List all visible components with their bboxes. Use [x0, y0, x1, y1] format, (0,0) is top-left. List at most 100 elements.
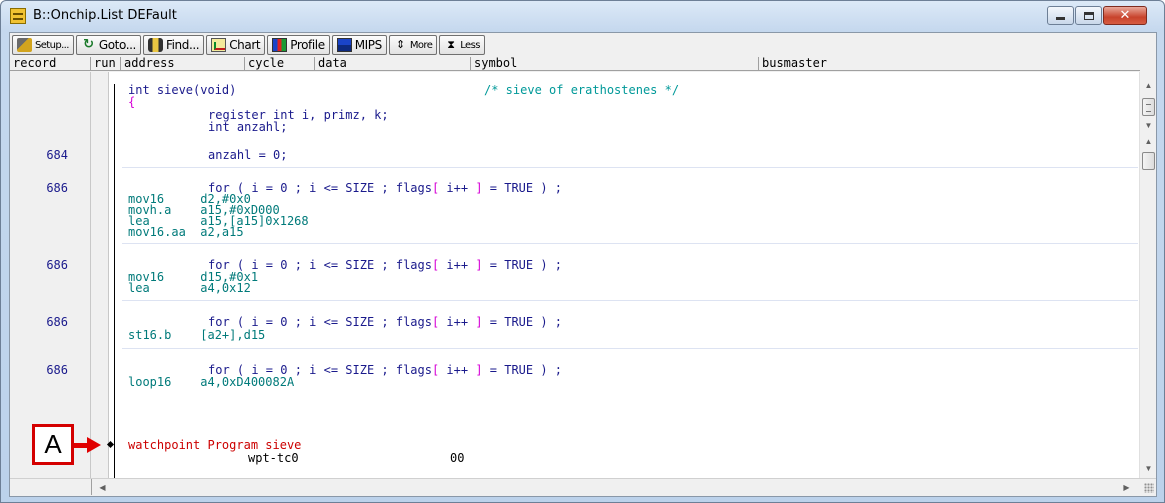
- run-column: [90, 72, 109, 478]
- horizontal-scroll-divider: [91, 479, 92, 495]
- more-icon: ⇕: [396, 38, 405, 51]
- for-index: i++: [439, 363, 476, 377]
- close-icon: ✕: [1119, 8, 1131, 23]
- scroll-up-arrow-icon[interactable]: ▲: [1143, 136, 1154, 147]
- column-header-cycle[interactable]: cycle: [244, 57, 314, 71]
- list-client-area: Setup... ↻ Goto... Find... Chart Profile…: [9, 32, 1157, 497]
- asm-line: st16.b [a2+],d15: [128, 328, 266, 342]
- find-label: Find...: [165, 38, 200, 52]
- close-button[interactable]: ✕: [1103, 6, 1147, 25]
- for-prefix: for ( i = 0 ; i <= SIZE ; flags: [208, 315, 432, 329]
- source-assign: anzahl = 0;: [208, 148, 288, 162]
- source-comment: /* sieve of erathostenes */: [484, 83, 680, 97]
- find-icon: [147, 38, 163, 52]
- resize-grip-icon[interactable]: [1144, 483, 1154, 493]
- goto-button[interactable]: ↻ Goto...: [75, 35, 141, 55]
- for-bracket-close: ]: [475, 315, 483, 329]
- mips-button[interactable]: MIPS: [331, 35, 387, 55]
- row-separator: [122, 167, 1138, 168]
- maximize-button[interactable]: [1075, 6, 1102, 25]
- watchpoint-label: watchpoint Program sieve: [128, 438, 302, 452]
- scroll-thumb-lower[interactable]: [1142, 152, 1155, 170]
- scroll-up-arrow-icon[interactable]: ▲: [1143, 80, 1154, 91]
- window-title: B::Onchip.List DEFault: [33, 8, 177, 23]
- for-bracket-close: ]: [475, 363, 483, 377]
- less-label: Less: [460, 39, 480, 51]
- chart-label: Chart: [229, 38, 261, 52]
- profile-icon: [272, 38, 288, 52]
- for-bracket-close: ]: [475, 181, 483, 195]
- record-number: 686: [46, 258, 68, 272]
- record-number: 686: [46, 363, 68, 377]
- source-for-loop: for ( i = 0 ; i <= SIZE ; flags[ i++ ] =…: [208, 181, 562, 195]
- record-number: 684: [46, 148, 68, 162]
- watchpoint-cycle: wpt-tc0: [248, 451, 299, 465]
- for-suffix: = TRUE ) ;: [482, 315, 563, 329]
- source-open-brace: {: [128, 95, 136, 109]
- record-number: 686: [46, 315, 68, 329]
- record-column: [10, 72, 90, 478]
- more-button[interactable]: ⇕ More: [388, 35, 438, 55]
- horizontal-scrollbar[interactable]: ◀ ▶: [10, 478, 1156, 495]
- trace32-window-icon: [10, 8, 26, 24]
- vertical-scrollbar[interactable]: ▲ ▼ ▲ ▼: [1139, 72, 1156, 478]
- maximize-icon: [1083, 11, 1094, 20]
- minimize-button[interactable]: [1047, 6, 1074, 25]
- column-header-run[interactable]: run: [90, 57, 120, 71]
- for-index: i++: [439, 258, 476, 272]
- mips-icon: [336, 38, 352, 52]
- find-button[interactable]: Find...: [142, 35, 205, 55]
- asm-line: loop16 a4,0xD400082A: [128, 375, 295, 389]
- title-bar[interactable]: B::Onchip.List DEFault ✕: [1, 1, 1164, 31]
- for-index: i++: [439, 181, 476, 195]
- mips-label: MIPS: [354, 38, 383, 52]
- scroll-left-arrow-icon[interactable]: ◀: [96, 481, 109, 494]
- trace-list[interactable]: int sieve(void) /* sieve of erathostenes…: [10, 72, 1139, 478]
- for-suffix: = TRUE ) ;: [482, 258, 563, 272]
- column-header-busmaster[interactable]: busmaster: [758, 57, 1140, 71]
- column-header-symbol[interactable]: symbol: [470, 57, 758, 71]
- source-for-loop: for ( i = 0 ; i <= SIZE ; flags[ i++ ] =…: [208, 258, 562, 272]
- row-separator: [122, 300, 1138, 301]
- profile-label: Profile: [290, 38, 325, 52]
- source-for-loop: for ( i = 0 ; i <= SIZE ; flags[ i++ ] =…: [208, 315, 562, 329]
- row-separator: [122, 348, 1138, 349]
- setup-icon: [17, 38, 32, 52]
- less-button[interactable]: ⧗ Less: [439, 35, 485, 55]
- setup-button[interactable]: Setup...: [12, 35, 74, 55]
- row-separator: [122, 243, 1138, 244]
- record-number: 686: [46, 181, 68, 195]
- goto-label: Goto...: [98, 38, 137, 52]
- for-bracket-close: ]: [475, 258, 483, 272]
- scroll-down-arrow-icon[interactable]: ▼: [1143, 120, 1154, 131]
- scroll-thumb-upper[interactable]: [1142, 98, 1155, 116]
- for-suffix: = TRUE ) ;: [482, 363, 563, 377]
- asm-line: lea a4,0x12: [128, 281, 251, 295]
- source-vars-line2: int anzahl;: [208, 120, 288, 134]
- chart-icon: [211, 38, 227, 52]
- run-marker-line: [114, 84, 115, 478]
- annotation-arrow-shaft: [74, 443, 88, 448]
- toolbar: Setup... ↻ Goto... Find... Chart Profile…: [10, 33, 1156, 57]
- goto-icon: ↻: [83, 37, 94, 52]
- less-icon: ⧗: [447, 38, 455, 51]
- column-header-data[interactable]: data: [314, 57, 470, 71]
- column-header-address[interactable]: address: [120, 57, 244, 71]
- asm-line: mov16.aa a2,a15: [128, 225, 244, 239]
- column-header-record[interactable]: record: [10, 57, 90, 71]
- scroll-right-arrow-icon[interactable]: ▶: [1120, 481, 1133, 494]
- watchpoint-data: 00: [450, 451, 465, 465]
- column-header-row: record run address cycle data symbol bus…: [10, 57, 1140, 71]
- scroll-down-arrow-icon[interactable]: ▼: [1143, 463, 1154, 474]
- source-decl: int sieve(void): [128, 83, 237, 97]
- annotation-callout-a: A: [32, 424, 74, 465]
- onchip-list-window: B::Onchip.List DEFault ✕ Setup... ↻ Goto…: [0, 0, 1165, 503]
- for-suffix: = TRUE ) ;: [482, 181, 563, 195]
- chart-button[interactable]: Chart: [206, 35, 266, 55]
- more-label: More: [409, 39, 433, 51]
- minimize-icon: [1056, 17, 1065, 20]
- source-line-decl: int sieve(void): [128, 83, 236, 97]
- annotation-arrow-icon: [87, 437, 101, 453]
- setup-label: Setup...: [35, 39, 69, 51]
- profile-button[interactable]: Profile: [267, 35, 330, 55]
